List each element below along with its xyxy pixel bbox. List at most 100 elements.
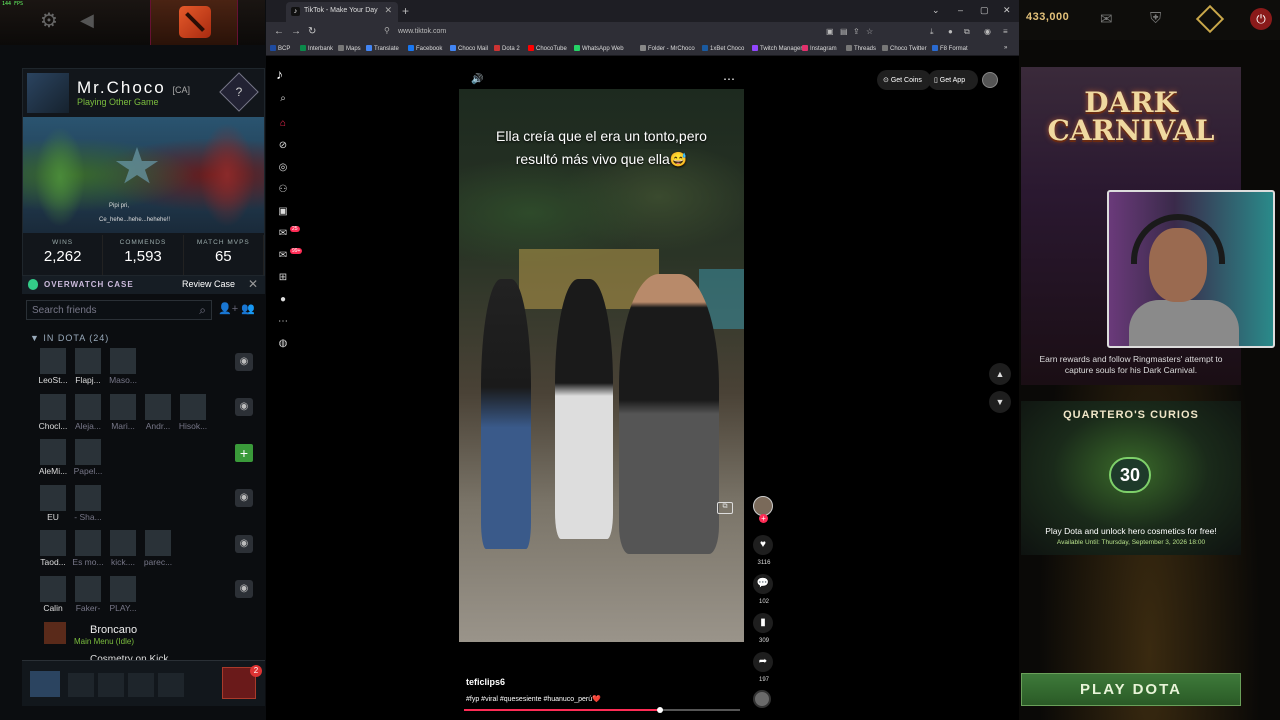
- install-app-icon[interactable]: ▤: [840, 27, 848, 36]
- chevron-up-icon[interactable]: ▲: [989, 363, 1011, 385]
- eye-icon[interactable]: ◉: [235, 489, 253, 507]
- video-progress-bar[interactable]: [464, 707, 740, 713]
- friend-tile[interactable]: - Sha...: [71, 484, 105, 527]
- volume-icon[interactable]: 🔊: [471, 74, 483, 85]
- creator-avatar[interactable]: [753, 496, 773, 516]
- bookmark-item[interactable]: Interbank: [300, 45, 333, 52]
- profile-icon[interactable]: ●: [277, 294, 289, 306]
- minimize-icon[interactable]: –: [958, 5, 963, 15]
- friend-tile[interactable]: EU: [36, 484, 70, 527]
- friend-tile[interactable]: Mari...: [106, 393, 140, 436]
- bookmark-star-icon[interactable]: ☆: [866, 27, 873, 36]
- friend-tile[interactable]: Calin: [36, 575, 70, 618]
- power-icon[interactable]: ⏻: [1250, 8, 1272, 30]
- more-options-icon[interactable]: ⋯: [723, 72, 735, 86]
- friend-tile[interactable]: LeoSt...: [36, 348, 70, 390]
- friend-tile[interactable]: AleMi...: [36, 439, 70, 481]
- window-close-icon[interactable]: ✕: [1003, 5, 1011, 16]
- progress-knob[interactable]: [656, 707, 663, 713]
- friend-tile[interactable]: Faker-: [71, 575, 105, 618]
- bookmark-item[interactable]: Twitch Manager: [752, 45, 802, 52]
- friends-search-input[interactable]: Search friends ⌕: [26, 300, 212, 320]
- friend-tile[interactable]: parec...: [141, 530, 175, 572]
- site-info-icon[interactable]: ⚲: [384, 26, 390, 35]
- forward-icon[interactable]: →: [291, 26, 301, 37]
- screen-cast-icon[interactable]: ▣: [826, 27, 834, 36]
- download-icon[interactable]: ⤓: [930, 27, 934, 37]
- get-app-button[interactable]: ▯ Get App: [928, 70, 978, 90]
- chevron-down-icon[interactable]: ▼: [989, 391, 1011, 413]
- friend-tile[interactable]: Aleja...: [71, 393, 105, 436]
- heart-icon[interactable]: ♥: [753, 535, 773, 555]
- search-icon[interactable]: ⌕: [277, 93, 289, 105]
- friend-tile[interactable]: Es mo...: [71, 530, 105, 572]
- avatar[interactable]: [982, 72, 998, 88]
- bookmark-item[interactable]: Folder - MrChoco: [640, 45, 695, 52]
- follow-plus-icon[interactable]: +: [759, 514, 768, 523]
- friend-tile[interactable]: Chocl...: [36, 393, 70, 436]
- profile-showcase[interactable]: Pipi pri, Ce_hehe...hehe...hehehe!!: [23, 117, 264, 233]
- live-icon[interactable]: ◎: [277, 162, 289, 174]
- play-dota-button[interactable]: PLAY DOTA: [1021, 673, 1241, 706]
- friend-tile[interactable]: Hisok...: [176, 393, 210, 436]
- following-icon[interactable]: ⚇: [277, 184, 289, 196]
- party-slot[interactable]: [98, 673, 124, 697]
- tiktok-logo-icon[interactable]: ♪: [276, 66, 283, 82]
- following-avatar[interactable]: ◍: [277, 338, 289, 350]
- bookmark-item[interactable]: 1xBet Choco: [702, 45, 744, 52]
- bookmark-item[interactable]: Threads: [846, 45, 876, 52]
- eye-icon[interactable]: ◉: [235, 353, 253, 371]
- tab-tiktok[interactable]: ♪ TikTok - Make Your Day ✕: [286, 2, 398, 22]
- music-disc-icon[interactable]: [753, 690, 771, 708]
- extension-icon[interactable]: ●: [948, 27, 953, 36]
- extensions-puzzle-icon[interactable]: ⧉: [964, 27, 970, 37]
- bookmark-item[interactable]: ChocoTube: [528, 45, 567, 52]
- activity-icon[interactable]: ✉: [277, 250, 289, 262]
- party-slot[interactable]: [128, 673, 154, 697]
- explore-icon[interactable]: ⊘: [277, 140, 289, 152]
- picture-in-picture-icon[interactable]: ⧉: [717, 502, 733, 514]
- url-field[interactable]: www.tiktok.com: [398, 28, 446, 35]
- eye-icon[interactable]: ◉: [235, 398, 253, 416]
- bookmark-item[interactable]: BCP: [270, 45, 290, 52]
- in-dota-header[interactable]: ▼ IN DOTA (24): [30, 333, 109, 343]
- bookmarks-overflow-icon[interactable]: »: [1004, 45, 1007, 51]
- friend-tile[interactable]: Flapj...: [71, 348, 105, 390]
- friend-tile[interactable]: PLAY...: [106, 575, 140, 618]
- tab-list-icon[interactable]: ⌄: [932, 5, 940, 16]
- close-icon[interactable]: ✕: [248, 277, 258, 291]
- profile-card[interactable]: Mr.Choco [CA] Playing Other Game ? Pipi …: [22, 68, 265, 276]
- friend-tile[interactable]: Maso...: [106, 348, 140, 390]
- bookmark-item[interactable]: Instagram: [802, 45, 837, 52]
- share-icon[interactable]: ➦: [753, 652, 773, 672]
- bookmark-icon[interactable]: ▮: [753, 613, 773, 633]
- avatar[interactable]: [27, 73, 69, 113]
- close-tab-icon[interactable]: ✕: [384, 5, 392, 16]
- maximize-icon[interactable]: ▢: [980, 5, 989, 16]
- party-slot[interactable]: [158, 673, 184, 697]
- avatar[interactable]: [30, 671, 60, 697]
- eye-icon[interactable]: ◉: [235, 580, 253, 598]
- video-hashtags[interactable]: #fyp #viral #quesesiente #huanuco_perú❤️: [466, 695, 601, 703]
- search-icon[interactable]: ⌕: [199, 303, 206, 318]
- inbox-icon[interactable]: ✉: [277, 228, 289, 240]
- gear-icon[interactable]: ⚙: [40, 10, 62, 32]
- mail-icon[interactable]: ✉: [1100, 10, 1113, 28]
- video-player[interactable]: Ella creía que el era un tonto,pero resu…: [459, 89, 744, 642]
- add-friend-icon[interactable]: 👤+ 👥: [218, 302, 260, 318]
- back-icon[interactable]: ←: [274, 26, 284, 37]
- friend-tile[interactable]: Andr...: [141, 393, 175, 436]
- profile-icon[interactable]: ◉: [984, 27, 991, 36]
- bookmark-item[interactable]: Translate: [366, 45, 399, 52]
- plus-icon[interactable]: +: [235, 444, 253, 462]
- bookmark-item[interactable]: F8 Format: [932, 45, 968, 52]
- party-slot[interactable]: [68, 673, 94, 697]
- eye-icon[interactable]: ◉: [235, 535, 253, 553]
- upload-icon[interactable]: ⊞: [277, 272, 289, 284]
- share-icon[interactable]: ⇪: [853, 27, 860, 36]
- menu-icon[interactable]: ≡: [1003, 27, 1008, 36]
- home-icon[interactable]: ⌂: [277, 118, 289, 130]
- bookmark-item[interactable]: Maps: [338, 45, 361, 52]
- bookmark-item[interactable]: Dota 2: [494, 45, 520, 52]
- live-tv-icon[interactable]: ▣: [277, 206, 289, 218]
